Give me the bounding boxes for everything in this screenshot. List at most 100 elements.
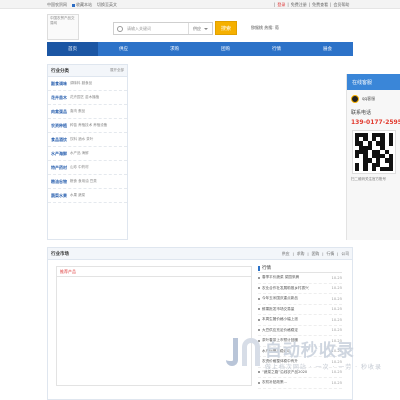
- category-item[interactable]: 特产药材 山珍 中药材: [48, 161, 127, 175]
- search-category-label: 供应: [193, 25, 201, 31]
- bullet-icon: [258, 276, 260, 279]
- bullet-icon: [258, 308, 260, 311]
- recommended-title: 推荐产品: [57, 267, 251, 277]
- top-links-right: | 登录 | 免费注册 | 免费查看 | 会员帮助: [274, 2, 349, 7]
- category-sub[interactable]: 花卉园艺 苗木播植: [70, 95, 99, 100]
- category-item[interactable]: 副食调味 调味料 副食品: [48, 77, 127, 91]
- qq-penguin-icon: [351, 95, 359, 103]
- news-item[interactable]: 农业合作社发展助推乡村振兴 10-25: [258, 284, 342, 294]
- market-section: 行业市场 供应 | 求购 | 团购 | 行情 | 公司 推荐产品 行情 春季平价…: [47, 247, 353, 400]
- market-title: 行业市场: [51, 251, 69, 257]
- bullet-icon: [258, 381, 260, 384]
- logo-j-shape: [226, 338, 238, 366]
- news-item-date: 10-25: [331, 296, 342, 301]
- search-button[interactable]: 搜索: [215, 21, 237, 35]
- qr-cell: [388, 166, 393, 171]
- news-item-title[interactable]: 本周生猪价格小幅上涨: [262, 317, 330, 322]
- category-sub[interactable]: 种苗 养殖技术 养殖设备: [70, 123, 107, 128]
- separator: |: [274, 2, 276, 7]
- search-input[interactable]: 请输入关键词: [127, 26, 151, 32]
- switch-lang-link[interactable]: 切换至英文: [97, 2, 117, 7]
- category-name[interactable]: 农资种植: [51, 123, 67, 129]
- market-tabs: 供应 | 求购 | 团购 | 行情 | 公司: [282, 251, 349, 257]
- market-header: 行业市场 供应 | 求购 | 团购 | 行情 | 公司: [48, 248, 352, 260]
- category-item[interactable]: 农资种植 种苗 养殖技术 养殖设备: [48, 119, 127, 133]
- watermark-logo-icon: [222, 336, 263, 370]
- hot-keywords[interactable]: 猕猴桃 热搜: 葡: [251, 25, 279, 31]
- watermark-text: 自动秒收录 做上档次网站 · 一次 · 一劳 · 秒收录: [265, 336, 382, 371]
- chevron-down-icon: [204, 27, 208, 30]
- category-name[interactable]: 副食调味: [51, 81, 67, 87]
- search-box: 请输入关键词 供应: [113, 22, 213, 35]
- category-sub[interactable]: 水果 蔬菜: [70, 193, 85, 198]
- news-item[interactable]: 本周生猪价格小幅上涨 10-25: [258, 315, 342, 326]
- search-category-select[interactable]: 供应: [188, 23, 212, 34]
- category-item[interactable]: 肉禽蛋品 禽肉 蛋品: [48, 105, 127, 119]
- category-panel: 行业分类 展开全部 副食调味 调味料 副食品 花卉苗木 花卉园艺 苗木播植 肉禽蛋品…: [47, 64, 128, 240]
- category-sub[interactable]: 粮食 食用油 豆类: [70, 179, 97, 184]
- category-name[interactable]: 粮油谷物: [51, 179, 67, 185]
- separator: |: [308, 2, 311, 7]
- qq-service-link[interactable]: qq客服: [347, 90, 400, 103]
- category-name[interactable]: 肉禽蛋品: [51, 109, 67, 115]
- search-icon: [117, 25, 123, 32]
- site-logo[interactable]: 中国农贸产品交易网: [47, 14, 79, 40]
- favorite-link[interactable]: 收藏本站: [72, 2, 92, 7]
- category-sub[interactable]: 饮料 酒水 茶叶: [70, 137, 93, 142]
- register-link[interactable]: 免费注册: [291, 2, 307, 7]
- nav-item-market[interactable]: 行情: [251, 42, 302, 56]
- category-item[interactable]: 水产海鲜 水产品 海鲜: [48, 147, 127, 161]
- tab-groupbuy[interactable]: 团购: [312, 251, 320, 257]
- news-item-title[interactable]: 农业合作社发展助推乡村振兴: [262, 286, 330, 291]
- expand-all-link[interactable]: 展开全部: [110, 68, 124, 73]
- tab-company[interactable]: 公司: [341, 251, 349, 257]
- category-title: 行业分类: [51, 68, 69, 74]
- home-link[interactable]: 中国农贸网: [47, 2, 67, 7]
- category-sub[interactable]: 调味料 副食品: [70, 81, 92, 86]
- mobile-link[interactable]: 免费查看: [312, 2, 328, 7]
- category-item[interactable]: 蔬菜水果 水果 蔬菜: [48, 189, 127, 203]
- news-item[interactable]: 今年玉米国庆重点新品 10-25: [258, 294, 342, 305]
- news-item[interactable]: 鲜果批发市场交易量 10-25: [258, 305, 342, 315]
- nav-item-supply[interactable]: 供应: [98, 42, 149, 56]
- nav-item-expo[interactable]: 展会: [302, 42, 353, 56]
- category-sub[interactable]: 山珍 中药材: [70, 165, 89, 170]
- category-name[interactable]: 蔬菜水果: [51, 193, 67, 199]
- contact-label: 联系电话: [351, 110, 372, 116]
- nav-item-purchase[interactable]: 求购: [149, 42, 200, 56]
- category-name[interactable]: 水产海鲜: [51, 151, 67, 157]
- category-item[interactable]: 食品酒饮 饮料 酒水 茶叶: [48, 133, 127, 147]
- category-sub[interactable]: 水产品 海鲜: [70, 151, 89, 156]
- qr-code-icon: [352, 130, 396, 174]
- news-item-title[interactable]: 今年玉米国庆重点新品: [262, 296, 330, 301]
- bullet-icon: [258, 318, 260, 321]
- category-name[interactable]: 特产药材: [51, 165, 67, 171]
- nav-item-groupbuy[interactable]: 团购: [200, 42, 251, 56]
- logo-a-shape: [242, 338, 260, 366]
- category-item[interactable]: 花卉苗木 花卉园艺 苗木播植: [48, 91, 127, 105]
- category-item[interactable]: 粮油谷物 粮食 食用油 豆类: [48, 175, 127, 189]
- watermark: 自动秒收录 做上档次网站 · 一次 · 一劳 · 秒收录: [222, 330, 382, 376]
- tab-supply[interactable]: 供应: [282, 251, 290, 257]
- tab-purchase[interactable]: 求购: [297, 251, 305, 257]
- nav-item-home[interactable]: 首页: [47, 42, 98, 56]
- news-item[interactable]: 春季平价蔬菜 菜园采摘 10-25: [258, 273, 342, 284]
- category-name[interactable]: 花卉苗木: [51, 95, 67, 101]
- news-item-title[interactable]: 农机补贴政策…: [262, 380, 330, 385]
- category-name[interactable]: 食品酒饮: [51, 137, 67, 143]
- separator: |: [322, 250, 324, 256]
- separator: |: [337, 250, 339, 256]
- news-item-date: 10-25: [331, 286, 342, 291]
- qq-label: qq客服: [362, 96, 376, 101]
- category-sub[interactable]: 禽肉 蛋品: [70, 109, 85, 114]
- login-link[interactable]: 登录: [277, 2, 285, 7]
- star-icon: [72, 3, 75, 7]
- news-item-date: 10-25: [331, 317, 342, 322]
- news-item-title[interactable]: 春季平价蔬菜 菜园采摘: [262, 275, 330, 280]
- news-item[interactable]: 农机补贴政策… 10-25: [258, 378, 342, 389]
- watermark-subtitle: 做上档次网站 · 一次 · 一劳 · 秒收录: [264, 363, 382, 371]
- help-link[interactable]: 会员帮助: [333, 2, 349, 7]
- news-item-title[interactable]: 鲜果批发市场交易量: [262, 307, 330, 312]
- logo-text: 中国农贸产品交易网: [50, 16, 75, 25]
- tab-market[interactable]: 行情: [327, 251, 335, 257]
